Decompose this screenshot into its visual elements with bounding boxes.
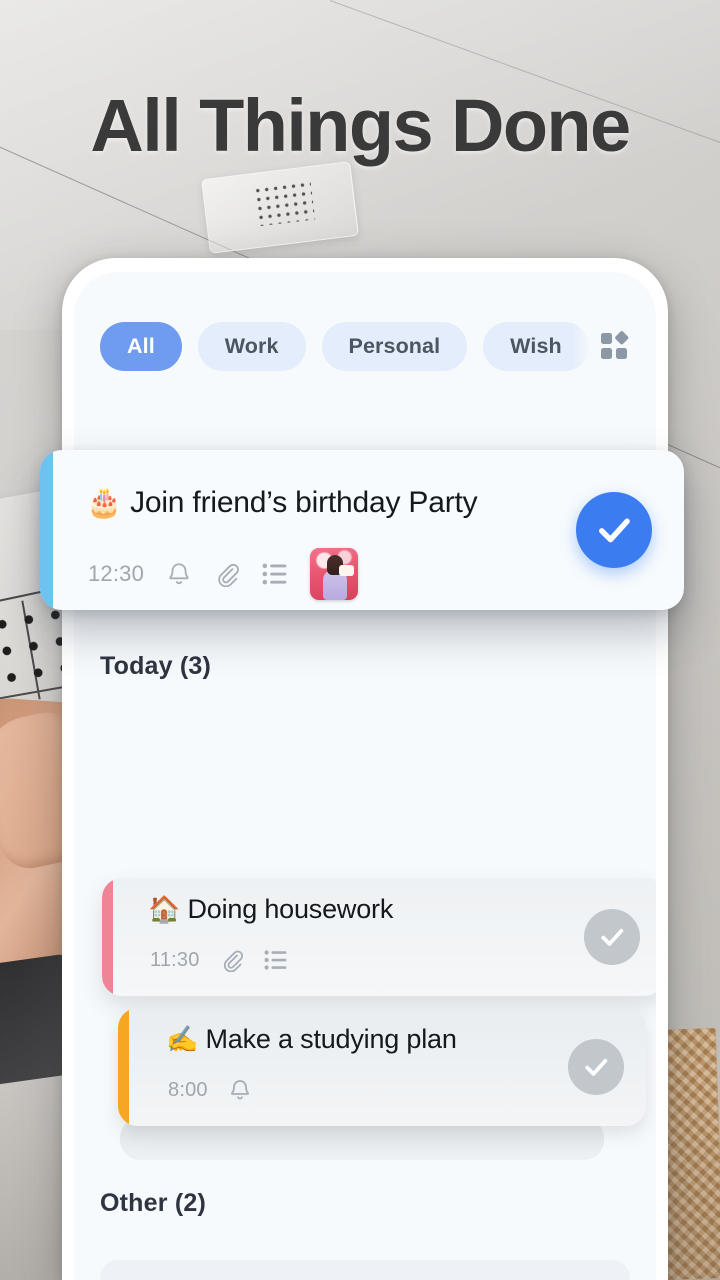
task-complete-toggle[interactable] (568, 1039, 624, 1095)
task-meta-row: 11:30 (150, 948, 288, 972)
paperclip-icon[interactable] (214, 561, 240, 587)
paperclip-icon[interactable] (220, 948, 244, 972)
cake-in-photo (339, 565, 355, 576)
grid-view-icon (601, 331, 629, 359)
checklist-icon[interactable] (262, 562, 288, 586)
phone-screen: All Work Personal Wish Today (3) � (74, 272, 656, 1280)
task-time: 11:30 (150, 948, 200, 971)
category-tab-scroller[interactable]: All Work Personal Wish (74, 320, 656, 372)
section-title-today: Today (3) (100, 652, 212, 680)
check-icon (599, 518, 630, 543)
task-complete-toggle[interactable] (576, 492, 652, 568)
task-meta-row: 8:00 (168, 1078, 252, 1102)
task-accent-bar (102, 878, 113, 996)
house-emoji: 🏠 (148, 894, 181, 924)
tab-personal[interactable]: Personal (321, 321, 468, 371)
task-time: 8:00 (168, 1078, 208, 1101)
task-complete-toggle[interactable] (584, 909, 640, 965)
task-card-birthday-party-dragged[interactable]: 🎂 Join friend’s birthday Party 12:30 (40, 450, 684, 610)
check-icon (601, 928, 624, 946)
task-attachment-thumbnail[interactable] (310, 548, 359, 600)
bell-icon[interactable] (166, 561, 192, 587)
page-headline: All Things Done (90, 84, 631, 167)
task-title: Join friend’s birthday Party (130, 486, 478, 519)
birthday-cake-emoji: 🎂 (86, 487, 122, 519)
grid-view-button[interactable] (572, 316, 656, 376)
phone-mockup: All Work Personal Wish Today (3) � (62, 258, 668, 1280)
checklist-icon[interactable] (264, 949, 288, 971)
task-title-row: 🎂 Join friend’s birthday Party (86, 486, 478, 520)
list-item-music-festival[interactable]: 🎵 music festival (100, 1260, 630, 1280)
task-card-studying-plan[interactable]: ✍️ Make a studying plan 8:00 (118, 1008, 646, 1126)
task-accent-bar (118, 1008, 129, 1126)
tab-all[interactable]: All (100, 321, 182, 371)
bell-icon[interactable] (228, 1078, 252, 1102)
task-title: Make a studying plan (205, 1024, 457, 1054)
section-title-other: Other (2) (100, 1189, 206, 1217)
task-time: 12:30 (88, 561, 145, 586)
task-title-row: 🏠 Doing housework (148, 894, 393, 925)
task-title-row: ✍️ Make a studying plan (166, 1024, 457, 1055)
desk-object-pattern (252, 179, 316, 227)
task-card-housework[interactable]: 🏠 Doing housework 11:30 (102, 878, 656, 996)
check-icon (585, 1058, 608, 1076)
tab-work[interactable]: Work (197, 321, 306, 371)
task-accent-bar (40, 450, 53, 610)
task-title: Doing housework (187, 894, 394, 924)
category-tab-bar: All Work Personal Wish (74, 316, 656, 376)
writing-hand-emoji: ✍️ (166, 1024, 199, 1054)
task-meta-row: 12:30 (88, 548, 359, 600)
